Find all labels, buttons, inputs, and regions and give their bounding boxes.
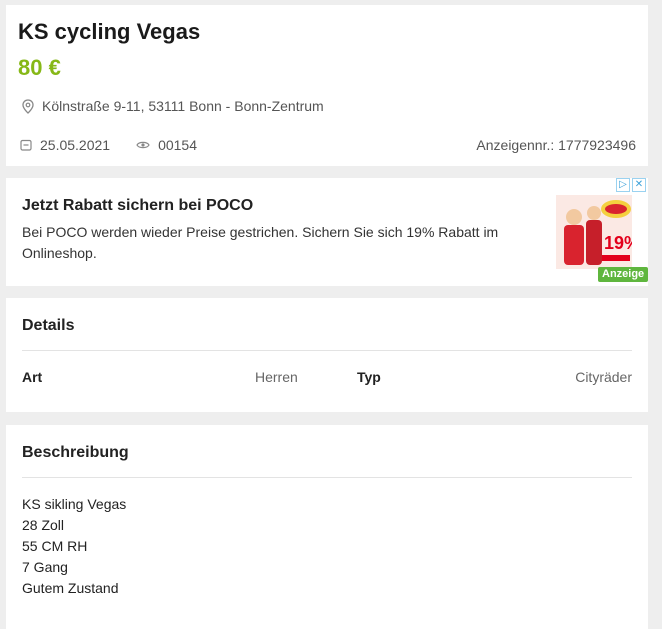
ad-badge: Anzeige xyxy=(598,267,649,282)
description-line: KS sikling Vegas xyxy=(22,496,127,512)
calendar-icon xyxy=(20,139,32,151)
ad-choices[interactable]: ▷ ✕ xyxy=(616,178,646,192)
view-count: 00154 xyxy=(158,137,198,153)
date-item: 25.05.2021 xyxy=(20,137,110,153)
description-heading: Beschreibung xyxy=(22,444,129,461)
ad-image-percent: 19% xyxy=(604,233,632,253)
details-card: Details Art Herren Typ Cityräder xyxy=(6,298,648,412)
detail-value-typ: Cityräder xyxy=(575,369,632,385)
ad-close-icon[interactable]: ✕ xyxy=(632,178,646,192)
ad-text[interactable]: Bei POCO werden wieder Preise gestrichen… xyxy=(22,222,522,264)
advertisement-card[interactable]: Jetzt Rabatt sichern bei POCO Bei POCO w… xyxy=(6,178,649,286)
description-card: Beschreibung KS sikling Vegas 28 Zoll 55… xyxy=(6,425,648,629)
description-line: 7 Gang xyxy=(22,559,68,575)
ad-info-icon[interactable]: ▷ xyxy=(616,178,630,192)
location-row[interactable]: Kölnstraße 9-11, 53111 Bonn - Bonn-Zentr… xyxy=(22,98,324,114)
location-text: Kölnstraße 9-11, 53111 Bonn - Bonn-Zentr… xyxy=(42,98,324,114)
ad-number: Anzeigennr.: 1777923496 xyxy=(476,137,636,153)
ad-title[interactable]: Jetzt Rabatt sichern bei POCO xyxy=(22,197,253,215)
views-item: 00154 xyxy=(136,137,197,153)
description-line: 28 Zoll xyxy=(22,517,65,533)
listing-title: KS cycling Vegas xyxy=(18,19,201,44)
map-pin-icon xyxy=(22,98,34,114)
detail-label-typ: Typ xyxy=(357,369,381,385)
eye-icon xyxy=(136,140,150,150)
details-divider xyxy=(22,350,632,351)
detail-label-art: Art xyxy=(22,369,43,385)
description-line: 55 CM RH xyxy=(22,538,88,554)
meta-row: 25.05.2021 00154 Anzeigennr.: 1777923496 xyxy=(20,137,636,153)
description-divider xyxy=(22,477,632,478)
listing-date: 25.05.2021 xyxy=(40,137,111,153)
listing-price: 80 € xyxy=(18,55,61,80)
ad-image[interactable]: 19% xyxy=(556,195,632,269)
description-line: Gutem Zustand xyxy=(22,580,119,596)
listing-header-card: KS cycling Vegas 80 € Kölnstraße 9-11, 5… xyxy=(6,5,648,166)
detail-value-art: Herren xyxy=(255,369,298,385)
details-heading: Details xyxy=(22,317,75,334)
